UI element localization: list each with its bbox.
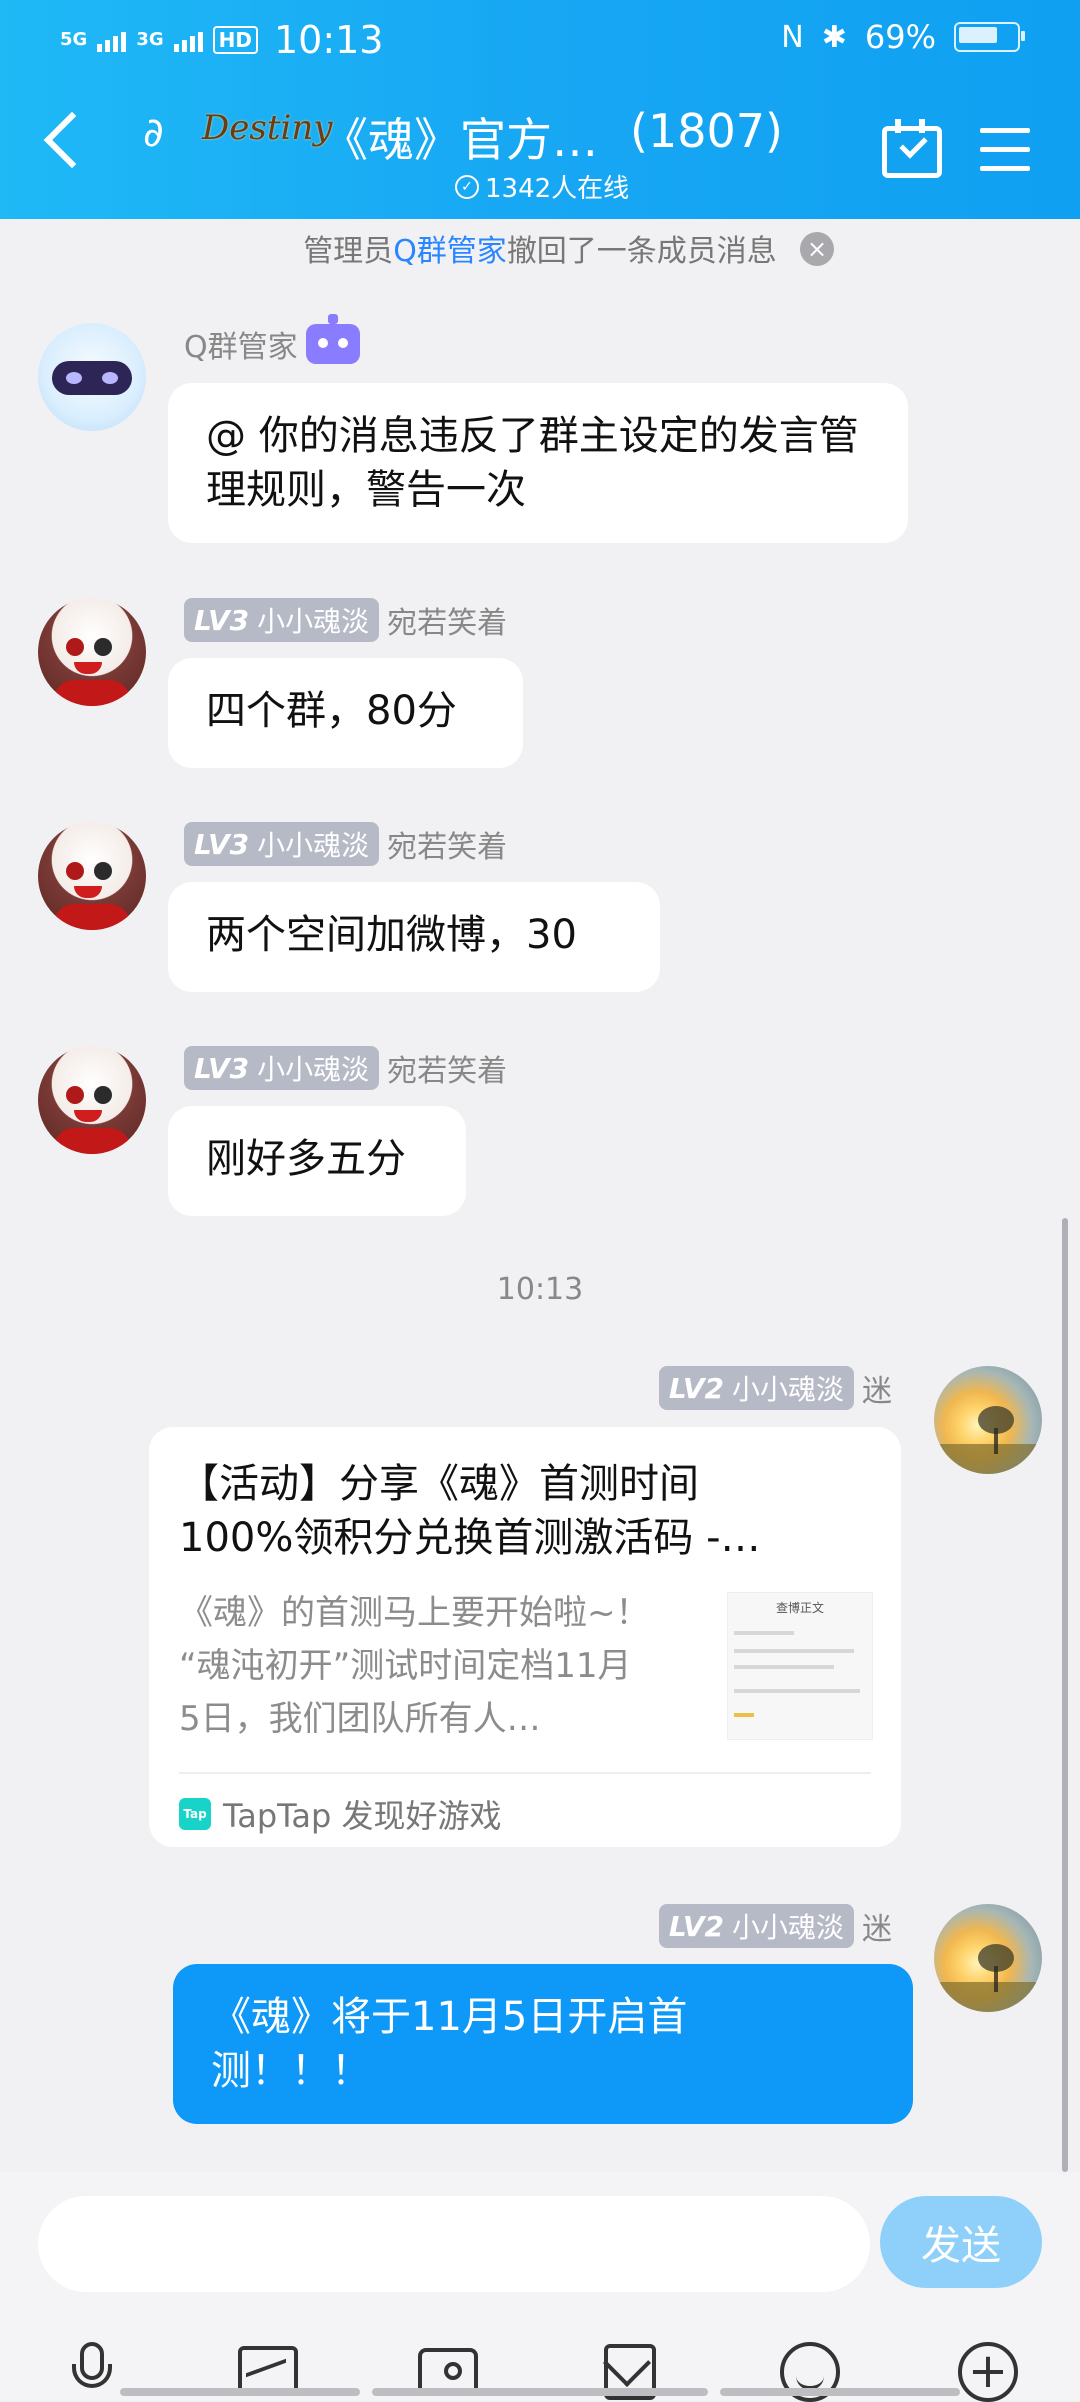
card-title-line: 100%领积分兑换首测激活码 -… [179, 1515, 761, 1561]
sender-name: LV3 小小魂淡 宛若笑着 [184, 822, 507, 866]
group-logo: Destiny [202, 108, 333, 148]
online-status: ✓ 1342人在线 [455, 168, 629, 205]
status-time: 10:13 [273, 18, 384, 62]
mic-icon[interactable] [62, 2342, 122, 2402]
status-right: N ✱ 69% [781, 18, 1025, 56]
taptap-icon: Tap [179, 1798, 211, 1830]
online-count: 1342人在线 [485, 174, 630, 204]
input-bar: 发送 [0, 2172, 1080, 2402]
title-label: 小小魂淡 [731, 1373, 844, 1406]
share-card-source: Tap TapTap 发现好游戏 [179, 1791, 502, 1837]
card-desc-line: 5日，我们团队所有人… [179, 1699, 541, 1739]
level-tag: LV3 小小魂淡 [184, 598, 380, 642]
hd-badge: HD [212, 26, 258, 54]
sender-name-text: 宛若笑着 [387, 830, 508, 865]
sender-name-text: Q群管家 [184, 330, 298, 365]
level-label: LV2 [668, 1909, 724, 1943]
calendar-check-icon[interactable] [882, 119, 942, 178]
nav-indicator [720, 2388, 960, 2396]
sender-name-text: 宛若笑着 [387, 606, 508, 641]
sender-name: Q群管家 [184, 314, 360, 366]
card-desc-line: 《魂》的首测马上要开始啦~！ [179, 1593, 650, 1633]
card-title-line: 【活动】分享《魂》首测时间 [179, 1461, 699, 1507]
share-card-description: 《魂》的首测马上要开始啦~！ “魂沌初开”测试时间定档11月 5日，我们团队所有… [179, 1587, 699, 1746]
message-bubble[interactable]: @ 你的消息违反了群主设定的发言管理规则，警告一次 [168, 383, 908, 543]
nav-indicator [120, 2388, 360, 2396]
avatar[interactable] [38, 598, 146, 706]
avatar[interactable] [38, 1046, 146, 1154]
bluetooth-icon: ✱ [821, 19, 847, 55]
status-bar: 5G 3G HD 10:13 N ✱ 69% [0, 18, 1080, 68]
message-bubble[interactable]: 《魂》将于11月5日开启首测！！！ [173, 1964, 913, 2124]
notice-prefix: 管理员 [303, 234, 394, 269]
back-icon[interactable] [43, 111, 101, 169]
thumbnail-title: 查博正文 [775, 1601, 824, 1615]
sender-name-text: 迷 [862, 1912, 892, 1947]
input-toolbar [0, 2342, 1080, 2402]
message-timestamp: 10:13 [496, 1272, 584, 1307]
network-3g-label: 3G [136, 29, 164, 50]
avatar[interactable] [38, 822, 146, 930]
scrollbar[interactable] [1062, 1218, 1068, 2172]
level-label: LV3 [194, 603, 250, 637]
notice-suffix: 撤回了一条成员消息 [506, 234, 777, 269]
send-button[interactable]: 发送 [880, 2196, 1042, 2288]
plus-icon[interactable] [958, 2342, 1018, 2402]
ear-icon[interactable]: ∂ [143, 110, 164, 156]
online-icon: ✓ [455, 174, 479, 199]
sender-name: LV2 小小魂淡 迷 [658, 1904, 892, 1948]
sender-name-text: 宛若笑着 [387, 1054, 508, 1089]
battery-icon [954, 22, 1025, 52]
nav-indicator [372, 2388, 708, 2396]
network-5g-label: 5G [60, 29, 88, 50]
check-mark [899, 130, 928, 159]
message-bubble[interactable]: 两个空间加微博，30 [168, 882, 660, 992]
signal-bars-icon [173, 28, 203, 52]
card-divider [179, 1772, 871, 1774]
robot-badge-icon [305, 314, 360, 364]
level-tag: LV3 小小魂淡 [184, 822, 380, 866]
level-tag: LV2 小小魂淡 [658, 1366, 854, 1410]
sender-name: LV3 小小魂淡 宛若笑着 [184, 598, 507, 642]
title-label: 小小魂淡 [257, 605, 370, 638]
signal-bars-icon [97, 28, 127, 52]
card-desc-line: “魂沌初开”测试时间定档11月 [179, 1646, 632, 1686]
message-bubble[interactable]: 刚好多五分 [168, 1106, 466, 1216]
level-tag: LV3 小小魂淡 [184, 1046, 380, 1090]
member-count: (1807) [630, 104, 783, 158]
status-left: 5G 3G HD 10:13 [60, 18, 383, 62]
group-title[interactable]: 《魂》官方… [322, 104, 598, 170]
battery-percent: 69% [864, 18, 936, 56]
sender-name: LV2 小小魂淡 迷 [658, 1366, 892, 1410]
avatar[interactable] [38, 323, 146, 431]
source-label: TapTap 发现好游戏 [223, 1797, 502, 1835]
sender-name-text: 迷 [862, 1374, 892, 1409]
notice-link[interactable]: Q群管家 [393, 234, 507, 269]
level-tag: LV2 小小魂淡 [658, 1904, 854, 1948]
title-label: 小小魂淡 [731, 1911, 844, 1944]
menu-icon[interactable] [980, 128, 1030, 185]
level-label: LV3 [194, 827, 250, 861]
message-input[interactable] [38, 2196, 870, 2292]
title-label: 小小魂淡 [257, 829, 370, 862]
chat-header: 5G 3G HD 10:13 N ✱ 69% ∂ Destiny 《魂》官方… … [0, 0, 1080, 219]
sender-name: LV3 小小魂淡 宛若笑着 [184, 1046, 507, 1090]
nfc-icon: N [781, 19, 804, 55]
message-bubble[interactable]: 四个群，80分 [168, 658, 523, 768]
close-icon[interactable]: × [800, 232, 834, 266]
share-card[interactable]: 【活动】分享《魂》首测时间 100%领积分兑换首测激活码 -… 《魂》的首测马上… [149, 1427, 901, 1847]
avatar[interactable] [934, 1904, 1042, 2012]
share-card-title: 【活动】分享《魂》首测时间 100%领积分兑换首测激活码 -… [179, 1457, 869, 1565]
level-label: LV2 [668, 1371, 724, 1405]
level-label: LV3 [194, 1051, 250, 1085]
share-card-thumbnail: 查博正文 [727, 1592, 873, 1740]
recall-notice: 管理员Q群管家撤回了一条成员消息 [0, 226, 1080, 270]
avatar[interactable] [934, 1366, 1042, 1474]
title-label: 小小魂淡 [257, 1053, 370, 1086]
